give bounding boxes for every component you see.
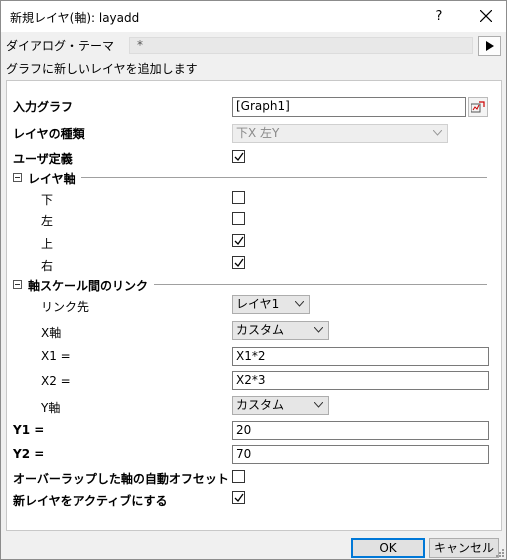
theme-menu-button[interactable] <box>478 36 501 56</box>
axis-right-checkbox[interactable] <box>232 256 245 269</box>
close-button[interactable] <box>466 1 506 32</box>
chevron-down-icon <box>314 402 323 408</box>
x-axis-select[interactable]: カスタム <box>232 321 329 340</box>
window-title: 新規レイヤ(軸): layadd <box>10 11 140 25</box>
close-icon <box>480 10 492 22</box>
layer-type-value: 下X 左Y <box>236 126 280 140</box>
axis-bottom-checkbox[interactable] <box>232 191 245 204</box>
y2-field[interactable]: 70 <box>232 445 489 464</box>
chevron-down-icon <box>433 130 442 136</box>
activate-new-layer-checkbox[interactable] <box>232 491 245 504</box>
x-axis-value: カスタム <box>236 323 285 337</box>
chevron-down-icon <box>314 327 323 333</box>
play-icon <box>486 41 494 51</box>
axis-top-label: 上 <box>41 237 54 251</box>
y1-label: Y1 = <box>13 423 45 437</box>
axis-link-collapse-toggle[interactable] <box>13 280 22 289</box>
user-defined-checkbox[interactable] <box>232 150 245 163</box>
axis-left-checkbox[interactable] <box>232 212 245 225</box>
auto-offset-checkbox[interactable] <box>232 470 245 483</box>
theme-label: ダイアログ・テーマ <box>6 39 115 53</box>
y-axis-value: カスタム <box>236 398 285 412</box>
activate-new-layer-label: 新レイヤをアクティブにする <box>13 494 168 508</box>
link-to-select[interactable]: レイヤ1 <box>232 295 310 314</box>
axis-top-checkbox[interactable] <box>232 234 245 247</box>
title-bar: 新規レイヤ(軸): layadd ? <box>1 1 506 32</box>
layer-axes-header: レイヤ軸 <box>28 172 76 186</box>
user-defined-label: ユーザ定義 <box>13 152 73 166</box>
layer-type-select[interactable]: 下X 左Y <box>232 124 448 143</box>
x1-field[interactable]: X1*2 <box>232 347 489 366</box>
x-axis-label: X軸 <box>41 326 62 340</box>
layer-axes-collapse-toggle[interactable] <box>13 173 22 182</box>
axis-bottom-label: 下 <box>41 193 54 207</box>
layer-type-label: レイヤの種類 <box>13 127 85 141</box>
check-icon <box>234 236 244 246</box>
help-button[interactable]: ? <box>423 1 455 32</box>
x2-label: X2 = <box>41 374 71 388</box>
link-to-value: レイヤ1 <box>236 297 280 311</box>
check-icon <box>234 152 244 162</box>
graph-picker-icon <box>471 101 485 113</box>
resize-grip-icon[interactable] <box>494 547 504 557</box>
graph-picker-button[interactable] <box>468 97 488 117</box>
ok-button[interactable]: OK <box>351 538 425 558</box>
y1-field[interactable]: 20 <box>232 421 489 440</box>
x1-label: X1 = <box>41 349 71 363</box>
check-icon <box>234 258 244 268</box>
chevron-down-icon <box>295 301 304 307</box>
axis-right-label: 右 <box>41 259 54 273</box>
input-graph-label: 入力グラフ <box>13 100 74 114</box>
theme-field[interactable]: * <box>129 37 473 54</box>
x2-field[interactable]: X2*3 <box>232 371 489 390</box>
link-to-label: リンク先 <box>41 300 90 314</box>
y-axis-label: Y軸 <box>41 401 61 415</box>
axis-link-header: 軸スケール間のリンク <box>28 279 149 293</box>
auto-offset-label: オーバーラップした軸の自動オフセット <box>13 472 229 486</box>
section-divider <box>81 177 487 178</box>
dialog-description: グラフに新しいレイヤを追加します <box>6 62 198 76</box>
input-graph-field[interactable]: [Graph1] <box>232 97 466 117</box>
section-divider <box>154 284 487 285</box>
cancel-button[interactable]: キャンセル <box>429 538 499 558</box>
check-icon <box>234 493 244 503</box>
axis-left-label: 左 <box>41 214 54 228</box>
dialog-window: 新規レイヤ(軸): layadd ? ダイアログ・テーマ * グラフに新しいレイ… <box>0 0 507 560</box>
y-axis-select[interactable]: カスタム <box>232 396 329 415</box>
y2-label: Y2 = <box>13 447 45 461</box>
